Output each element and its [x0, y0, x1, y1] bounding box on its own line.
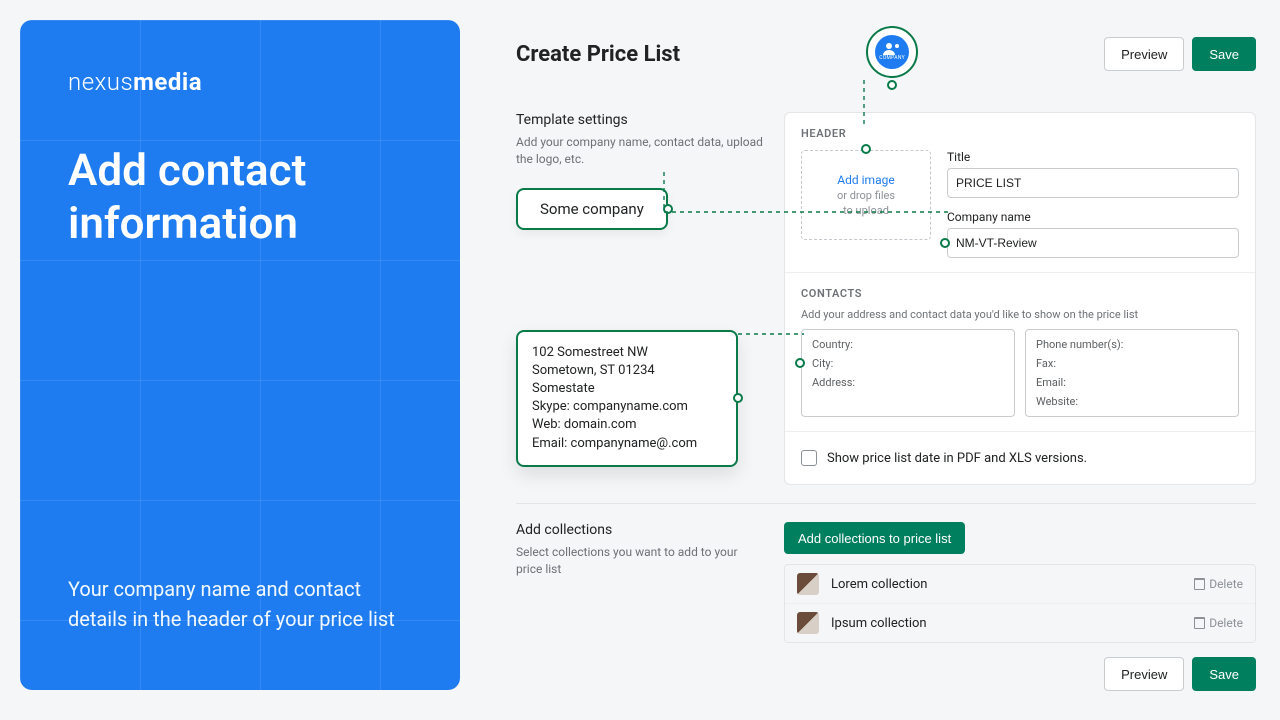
delete-button[interactable]: Delete [1194, 616, 1243, 630]
company-input[interactable] [947, 228, 1239, 258]
page-title: Create Price List [516, 42, 680, 67]
brand-light: nexus [68, 68, 133, 96]
logo-badge-wrap: COMPANY [680, 28, 1104, 80]
address-box[interactable]: Country: City: Address: [801, 329, 1015, 417]
delete-label: Delete [1209, 577, 1243, 591]
promo-sub: Your company name and contact details in… [68, 574, 412, 634]
collection-name: Lorem collection [831, 577, 927, 592]
section-divider [516, 503, 1256, 504]
footer-actions: Preview Save [516, 657, 1256, 691]
delete-button[interactable]: Delete [1194, 577, 1243, 591]
contact-line: Somestate [532, 380, 722, 398]
template-settings-aside: Template settings Add your company name,… [516, 112, 784, 485]
save-button[interactable]: Save [1192, 657, 1256, 691]
template-help: Add your company name, contact data, upl… [516, 134, 764, 168]
promo-headline: Add contact information [68, 144, 412, 250]
collections-aside: Add collections Select collections you w… [516, 522, 784, 643]
field-label: Phone number(s): [1036, 338, 1228, 351]
header-label: HEADER [801, 127, 1239, 140]
app-area: Create Price List COMPANY Preview Save T… [516, 24, 1256, 691]
collection-thumb-icon [797, 573, 819, 595]
date-toggle-section: Show price list date in PDF and XLS vers… [785, 432, 1255, 484]
collections-panel: Add collections to price list Lorem coll… [784, 522, 1256, 643]
app-header: Create Price List COMPANY Preview Save [516, 24, 1256, 84]
contact-line: Web: domain.com [532, 416, 722, 434]
field-label: Country: [812, 338, 1004, 351]
field-label: Fax: [1036, 357, 1228, 370]
brand: nexusmedia [68, 68, 412, 96]
collection-thumb-icon [797, 612, 819, 634]
add-image-link[interactable]: Add image [837, 173, 894, 187]
preview-button[interactable]: Preview [1104, 657, 1184, 691]
connector-node-icon [887, 80, 897, 90]
company-chip: Some company [516, 188, 668, 230]
contact-line: Email: companyname@.com [532, 435, 722, 453]
field-label: City: [812, 357, 1004, 370]
collection-name: Ipsum collection [831, 616, 927, 631]
company-logo-icon: COMPANY [866, 26, 918, 78]
title-label: Title [947, 150, 1239, 164]
list-item[interactable]: Lorem collection Delete [785, 565, 1255, 603]
image-dropzone[interactable]: Add image or drop files to upload [801, 150, 931, 240]
contact-line: 102 Somestreet NW [532, 344, 722, 362]
connector-node-icon [861, 144, 871, 154]
connector-node-icon [940, 238, 950, 248]
brand-bold: media [133, 68, 202, 96]
company-label: Company name [947, 210, 1239, 224]
contacts-label: CONTACTS [801, 287, 1239, 300]
collections-help: Select collections you want to add to yo… [516, 544, 764, 578]
connector-node-icon [663, 204, 673, 214]
connector-node-icon [733, 393, 743, 403]
collections-title: Add collections [516, 522, 764, 538]
list-item[interactable]: Ipsum collection Delete [785, 603, 1255, 642]
settings-card: HEADER Add image or drop files to upload… [784, 112, 1256, 485]
save-button[interactable]: Save [1192, 37, 1256, 71]
field-label: Email: [1036, 376, 1228, 389]
add-collections-button[interactable]: Add collections to price list [784, 522, 965, 554]
connector-node-icon [795, 358, 805, 368]
trash-icon [1194, 578, 1205, 590]
show-date-label: Show price list date in PDF and XLS vers… [827, 451, 1087, 466]
contacts-section: CONTACTS Add your address and contact da… [785, 273, 1255, 432]
contact-line: Skype: companyname.com [532, 398, 722, 416]
contact-preview-card: 102 Somestreet NW Sometown, ST 01234 Som… [516, 330, 738, 467]
template-title: Template settings [516, 112, 764, 128]
promo-panel: nexusmedia Add contact information Your … [20, 20, 460, 690]
show-date-checkbox[interactable] [801, 450, 817, 466]
header-section: HEADER Add image or drop files to upload… [785, 113, 1255, 273]
logo-caption: COMPANY [879, 55, 905, 61]
preview-button[interactable]: Preview [1104, 37, 1184, 71]
field-label: Website: [1036, 395, 1228, 408]
field-label: Address: [812, 376, 1004, 389]
drop-hint: or drop files [837, 189, 895, 202]
contacts-help: Add your address and contact data you'd … [801, 308, 1239, 321]
collections-list: Lorem collection Delete Ipsum collection… [784, 564, 1256, 643]
title-input[interactable] [947, 168, 1239, 198]
drop-hint: to upload [843, 204, 889, 217]
person-icon [883, 43, 901, 55]
company-chip-text: Some company [540, 200, 644, 218]
contact-box[interactable]: Phone number(s): Fax: Email: Website: [1025, 329, 1239, 417]
trash-icon [1194, 617, 1205, 629]
delete-label: Delete [1209, 616, 1243, 630]
contact-line: Sometown, ST 01234 [532, 362, 722, 380]
